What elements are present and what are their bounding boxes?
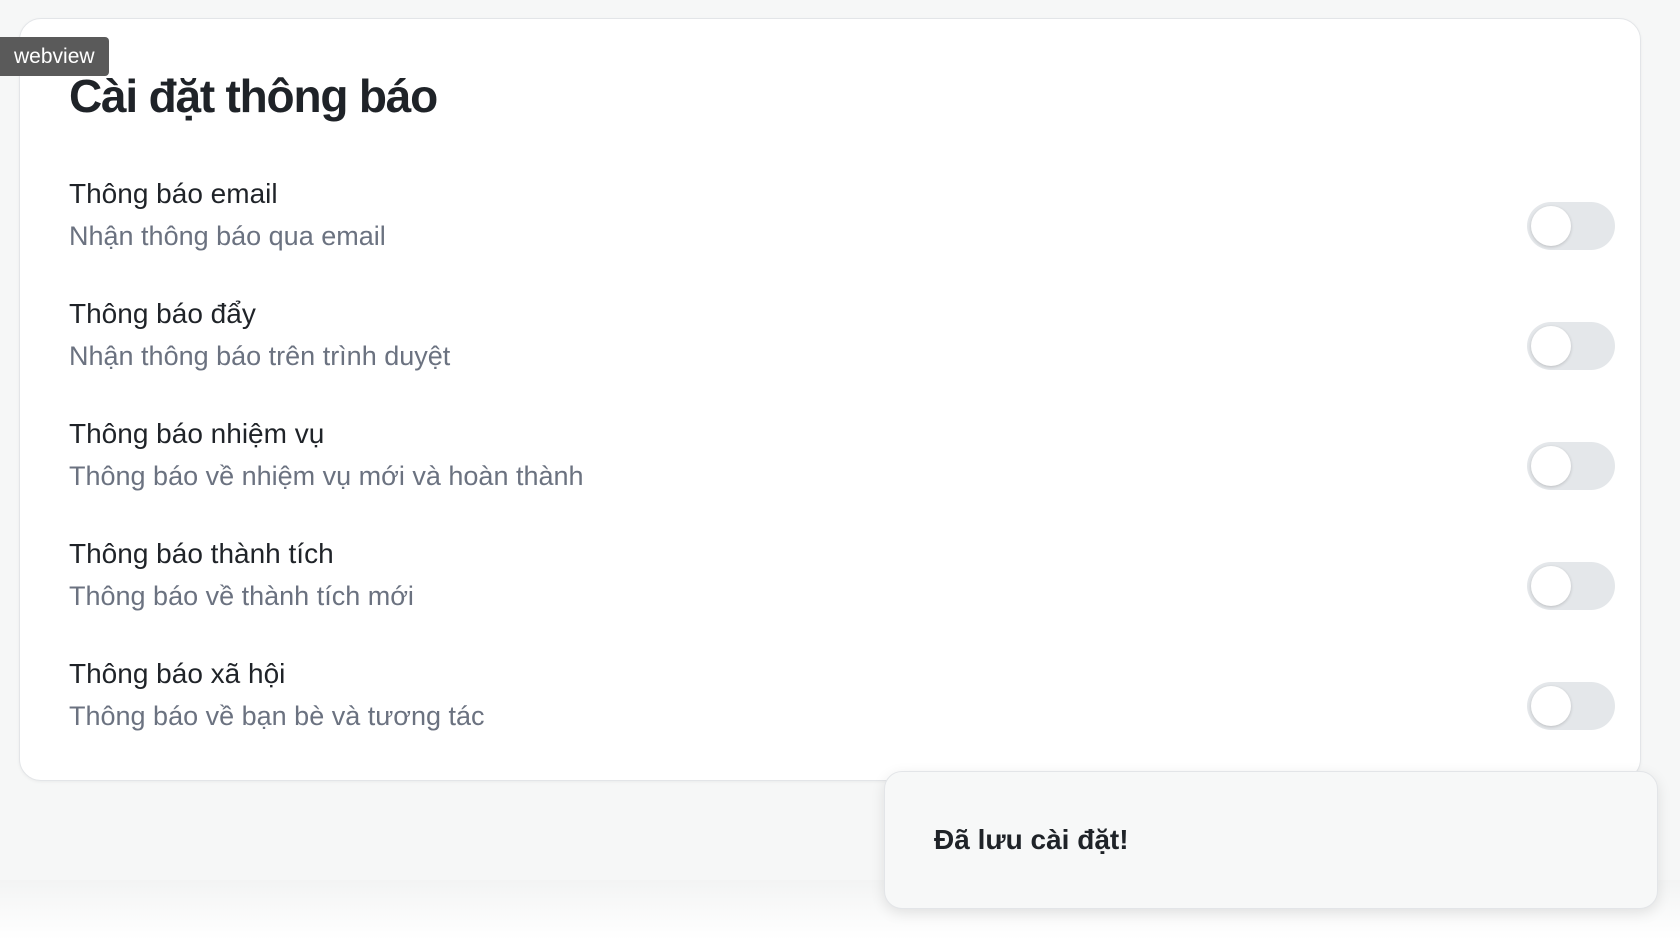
push-notification-toggle[interactable] [1527,322,1615,370]
setting-description: Nhận thông báo trên trình duyệt [69,341,451,371]
toggle-knob [1531,326,1571,366]
setting-row-push: Thông báo đẩy Nhận thông báo trên trình … [69,294,1615,414]
toggle-knob [1531,206,1571,246]
toggle-knob [1531,446,1571,486]
setting-title: Thông báo thành tích [69,538,334,569]
toggle-knob [1531,566,1571,606]
setting-row-tasks: Thông báo nhiệm vụ Thông báo về nhiệm vụ… [69,414,1615,534]
achievement-notification-toggle[interactable] [1527,562,1615,610]
setting-title: Thông báo đẩy [69,298,256,329]
setting-title: Thông báo email [69,178,278,209]
toast-message: Đã lưu cài đặt! [934,824,1129,855]
setting-description: Nhận thông báo qua email [69,221,386,251]
setting-description: Thông báo về bạn bè và tương tác [69,701,485,731]
toggle-knob [1531,686,1571,726]
setting-description: Thông báo về thành tích mới [69,581,414,611]
setting-row-social: Thông báo xã hội Thông báo về bạn bè và … [69,654,1615,774]
email-notification-toggle[interactable] [1527,202,1615,250]
page-title: Cài đặt thông báo [69,70,438,122]
setting-row-achievements: Thông báo thành tích Thông báo về thành … [69,534,1615,654]
setting-row-email: Thông báo email Nhận thông báo qua email [69,174,1615,294]
setting-title: Thông báo nhiệm vụ [69,418,325,449]
notification-settings-card: Cài đặt thông báo Thông báo email Nhận t… [19,18,1641,781]
task-notification-toggle[interactable] [1527,442,1615,490]
social-notification-toggle[interactable] [1527,682,1615,730]
setting-description: Thông báo về nhiệm vụ mới và hoàn thành [69,461,584,491]
save-success-toast: Đã lưu cài đặt! [884,771,1658,909]
webview-tag: webview [0,37,109,76]
settings-list: Thông báo email Nhận thông báo qua email… [69,174,1615,774]
setting-title: Thông báo xã hội [69,658,286,689]
